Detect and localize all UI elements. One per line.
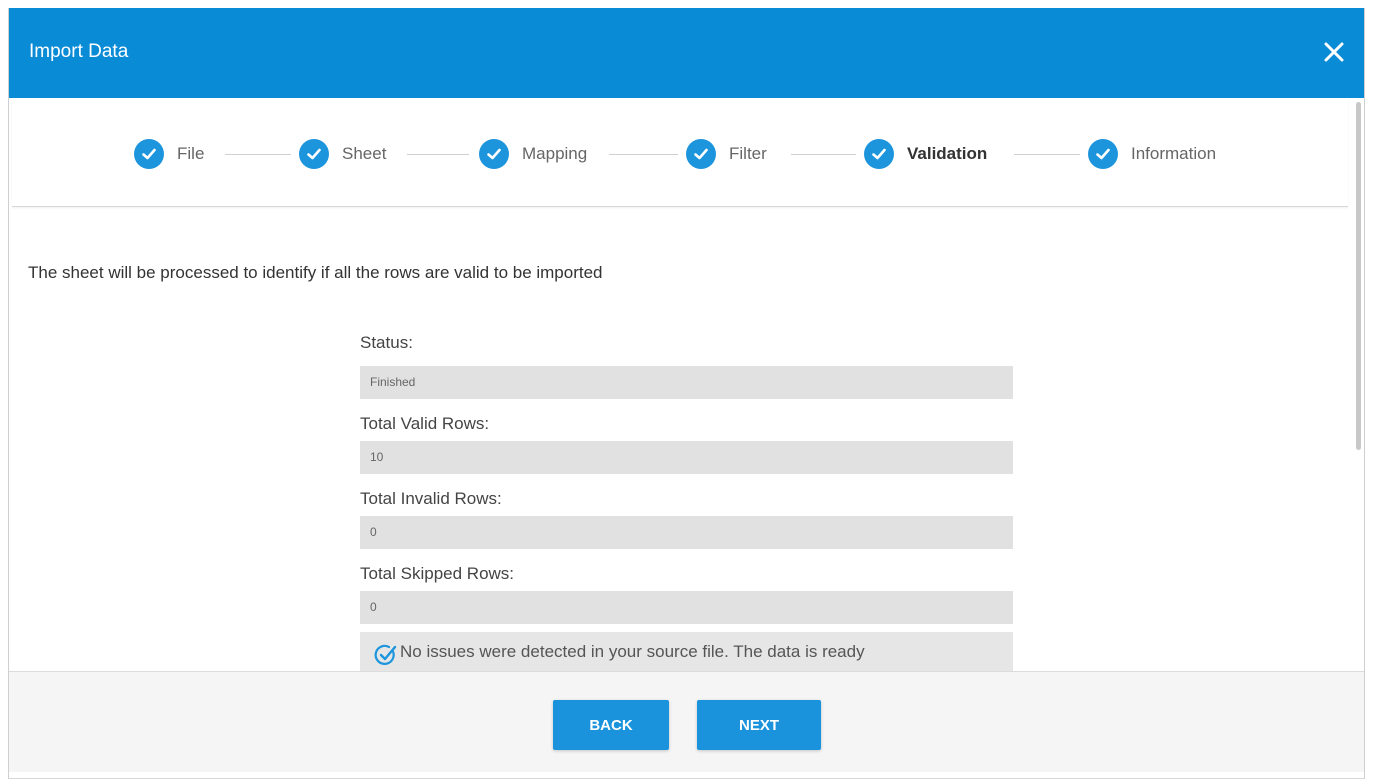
valid-rows-field: 10 xyxy=(360,441,1013,474)
check-circle-icon xyxy=(374,644,397,665)
scrollbar[interactable] xyxy=(1356,98,1362,671)
dialog-body[interactable]: File Sheet Mapping Filter Validation Inf… xyxy=(9,98,1364,671)
step-information[interactable]: Information xyxy=(1088,137,1216,171)
step-file[interactable]: File xyxy=(134,137,204,171)
check-icon xyxy=(134,139,164,169)
step-label: File xyxy=(177,144,205,163)
step-label: Sheet xyxy=(342,144,387,163)
skipped-rows-label: Total Skipped Rows: xyxy=(360,564,515,583)
step-mapping[interactable]: Mapping xyxy=(479,137,587,171)
step-label: Validation xyxy=(907,144,988,163)
dialog-footer: BACK NEXT xyxy=(9,671,1364,779)
import-data-dialog: Import Data File Sheet Mapping Filter Va… xyxy=(8,8,1365,779)
step-connector xyxy=(791,154,856,155)
wizard-stepper: File Sheet Mapping Filter Validation Inf… xyxy=(12,98,1348,207)
validation-notice: No issues were detected in your source f… xyxy=(360,632,1013,671)
status-field: Finished xyxy=(360,366,1013,399)
check-icon xyxy=(686,139,716,169)
validation-summary: Status: Finished Total Valid Rows: 10 To… xyxy=(360,326,1013,671)
step-connector xyxy=(407,154,469,155)
skipped-rows-field: 0 xyxy=(360,591,1013,624)
notice-text: No issues were detected in your source f… xyxy=(400,642,865,661)
close-icon[interactable] xyxy=(1320,38,1348,66)
invalid-rows-field: 0 xyxy=(360,516,1013,549)
check-icon xyxy=(299,139,329,169)
scrollbar-thumb[interactable] xyxy=(1356,102,1361,450)
step-label: Information xyxy=(1131,144,1217,163)
next-button[interactable]: NEXT xyxy=(697,700,821,750)
dialog-header: Import Data xyxy=(9,8,1364,98)
step-connector xyxy=(225,154,291,155)
step-validation[interactable]: Validation xyxy=(864,137,987,171)
status-label: Status: xyxy=(360,333,413,352)
step-connector xyxy=(1014,154,1080,155)
step-sheet[interactable]: Sheet xyxy=(299,137,386,171)
dialog-title: Import Data xyxy=(29,41,129,62)
back-button[interactable]: BACK xyxy=(553,700,669,750)
step-label: Mapping xyxy=(522,144,588,163)
check-icon xyxy=(479,139,509,169)
valid-rows-label: Total Valid Rows: xyxy=(360,414,490,433)
step-label: Filter xyxy=(729,144,767,163)
check-icon xyxy=(864,139,894,169)
step-filter[interactable]: Filter xyxy=(686,137,767,171)
check-icon xyxy=(1088,139,1118,169)
validation-description: The sheet will be processed to identify … xyxy=(28,263,603,282)
invalid-rows-label: Total Invalid Rows: xyxy=(360,489,502,508)
step-connector xyxy=(609,154,678,155)
